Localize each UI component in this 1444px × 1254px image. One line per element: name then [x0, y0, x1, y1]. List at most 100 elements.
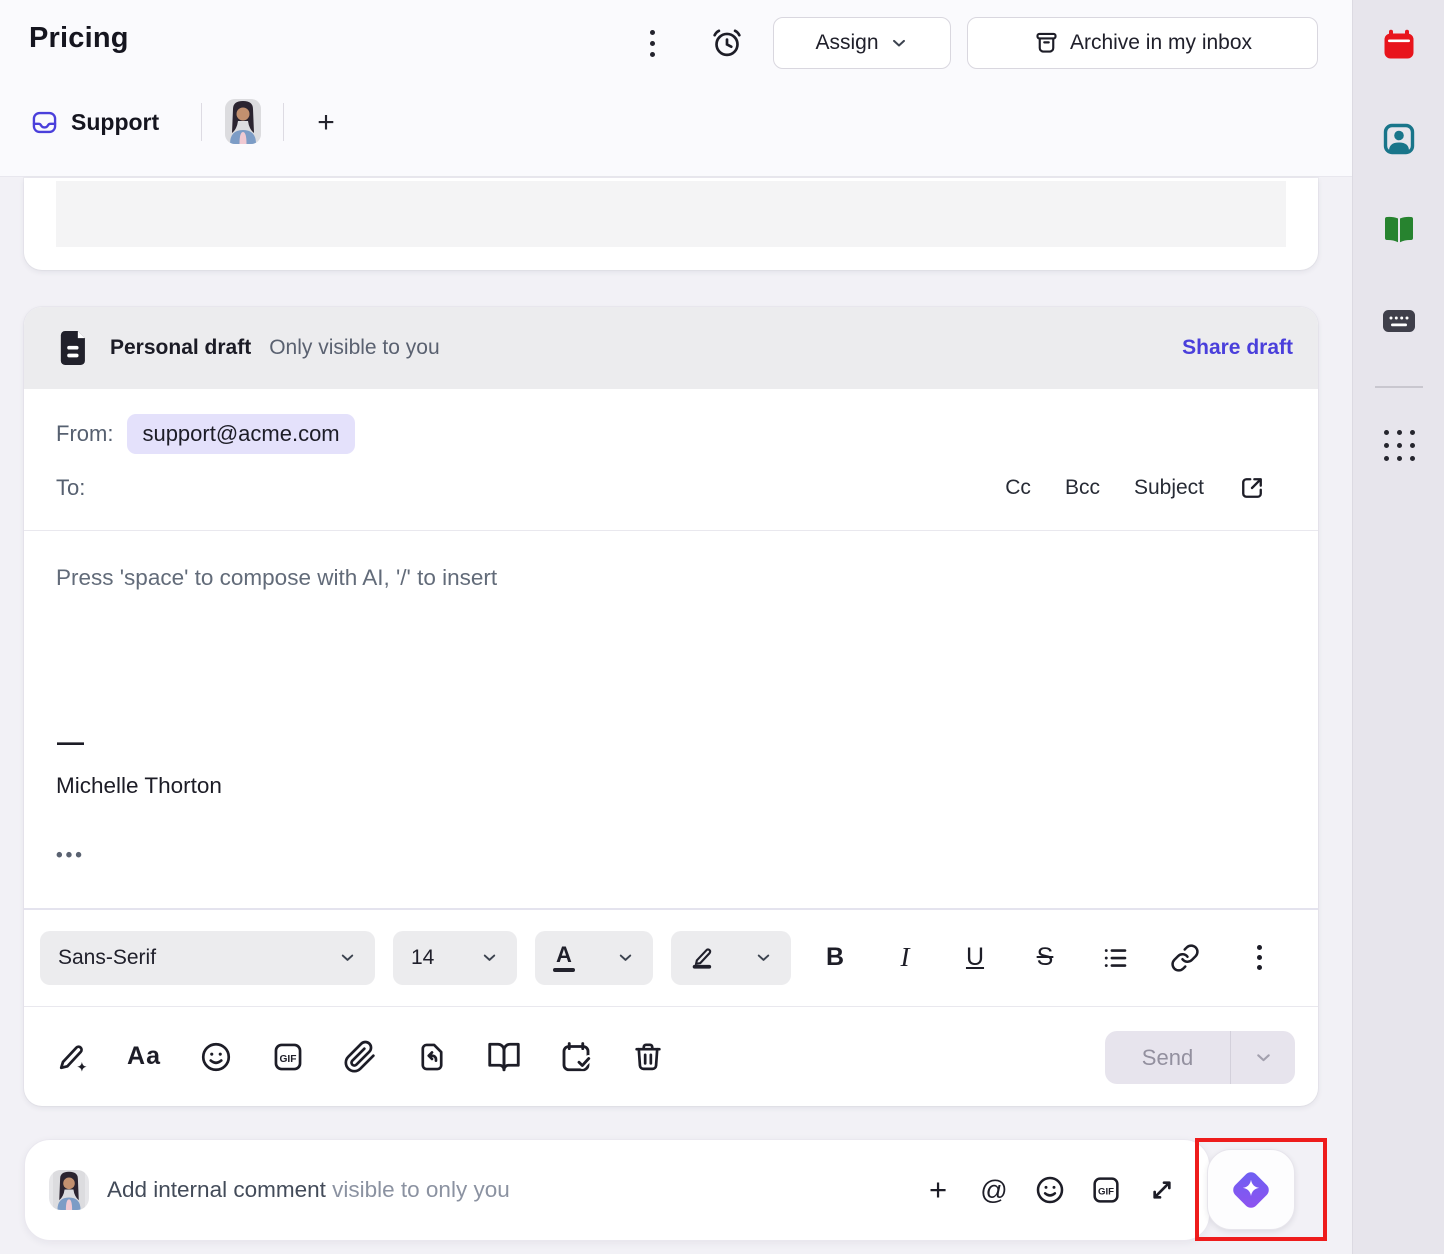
- from-row: From: support@acme.com: [56, 411, 355, 457]
- sidebar-keyboard-icon[interactable]: [1353, 306, 1444, 336]
- chevron-down-icon: [616, 948, 635, 967]
- archive-label: Archive in my inbox: [1070, 31, 1252, 55]
- text-color-select[interactable]: A: [535, 931, 653, 985]
- divider: [283, 103, 284, 141]
- comment-placeholder: Add internal comment visible to only you: [107, 1177, 510, 1203]
- divider: [201, 103, 202, 141]
- trimmed-content-toggle[interactable]: •••: [56, 845, 85, 867]
- svg-text:GIF: GIF: [280, 1053, 297, 1064]
- divider: [24, 530, 1318, 531]
- avatar: [49, 1170, 89, 1210]
- more-formatting-icon[interactable]: [1237, 936, 1281, 980]
- page-title: Pricing: [29, 22, 129, 55]
- avatar[interactable]: [225, 99, 261, 144]
- draft-document-icon: [60, 331, 90, 365]
- formatting-toolbar: Sans-Serif 14 A: [24, 908, 1318, 1005]
- to-label: To:: [56, 475, 85, 501]
- chevron-down-icon: [338, 948, 357, 967]
- divider: [1375, 386, 1423, 388]
- send-split-button: Send: [1105, 1031, 1295, 1084]
- emoji-icon[interactable]: [1029, 1169, 1071, 1211]
- chevron-down-icon: [754, 948, 773, 967]
- popout-icon[interactable]: [1238, 474, 1266, 502]
- sidebar-apps-grid-icon[interactable]: [1384, 430, 1415, 461]
- to-row[interactable]: To:: [56, 465, 85, 511]
- app-root: { "header": { "title": "Pricing", "inbox…: [0, 0, 1444, 1254]
- bcc-button[interactable]: Bcc: [1065, 476, 1100, 500]
- internal-comment-bar[interactable]: Add internal comment visible to only you…: [24, 1139, 1210, 1241]
- knowledge-book-icon[interactable]: [482, 1035, 526, 1079]
- canned-response-icon[interactable]: [410, 1035, 454, 1079]
- assign-label: Assign: [815, 31, 878, 55]
- app-sidebar: [1352, 0, 1444, 1254]
- highlight-icon: [689, 944, 716, 971]
- participants-row: Support +: [0, 96, 1352, 148]
- gif-icon[interactable]: GIF: [1085, 1169, 1127, 1211]
- link-icon: [1170, 943, 1200, 973]
- svg-text:GIF: GIF: [1098, 1187, 1114, 1198]
- draft-composer-card: Personal draft Only visible to you Share…: [24, 307, 1318, 1106]
- ai-assistant-button[interactable]: [1207, 1149, 1295, 1230]
- mention-icon[interactable]: @: [973, 1169, 1015, 1211]
- send-options-button[interactable]: [1231, 1031, 1295, 1084]
- compose-ai-pencil-icon[interactable]: [50, 1035, 94, 1079]
- text-style-toggle[interactable]: Aa: [122, 1035, 166, 1079]
- trash-icon[interactable]: [626, 1035, 670, 1079]
- schedule-calendar-icon[interactable]: [554, 1035, 598, 1079]
- expand-icon[interactable]: [1141, 1169, 1183, 1211]
- underline-button[interactable]: U: [953, 936, 997, 980]
- highlight-color-select[interactable]: [671, 931, 791, 985]
- assign-button[interactable]: Assign: [773, 17, 951, 69]
- cc-button[interactable]: Cc: [1005, 476, 1031, 500]
- draft-header: Personal draft Only visible to you Share…: [24, 307, 1318, 389]
- sidebar-book-icon[interactable]: [1353, 212, 1444, 248]
- compose-body-placeholder[interactable]: Press 'space' to compose with AI, '/' to…: [56, 565, 497, 591]
- conversation-body: Personal draft Only visible to you Share…: [0, 178, 1352, 1254]
- font-family-value: Sans-Serif: [58, 946, 156, 970]
- chevron-down-icon: [1253, 1047, 1274, 1068]
- annotation-highlight-box: [1195, 1138, 1327, 1241]
- bold-button[interactable]: B: [813, 936, 857, 980]
- conversation-header: Pricing Assign Archive in my inbox: [0, 0, 1352, 177]
- archive-button[interactable]: Archive in my inbox: [967, 17, 1318, 69]
- signature-divider: —: [57, 727, 84, 758]
- font-size-select[interactable]: 14: [393, 931, 517, 985]
- plus-icon[interactable]: +: [917, 1169, 959, 1211]
- inbox-icon: [31, 109, 58, 136]
- main-pane: Pricing Assign Archive in my inbox: [0, 0, 1352, 1254]
- link-button[interactable]: [1163, 936, 1207, 980]
- snooze-alarm-icon[interactable]: [705, 21, 749, 65]
- chevron-down-icon: [480, 948, 499, 967]
- kebab-menu-icon[interactable]: [638, 21, 666, 65]
- inbox-chip[interactable]: Support: [31, 96, 159, 148]
- emoji-icon[interactable]: [194, 1035, 238, 1079]
- comment-toolbar: + @ GIF: [917, 1140, 1183, 1240]
- message-preview-block: [56, 181, 1286, 247]
- font-family-select[interactable]: Sans-Serif: [40, 931, 375, 985]
- signature-name: Michelle Thorton: [56, 773, 222, 799]
- archive-icon: [1033, 30, 1060, 57]
- attachment-icon[interactable]: [338, 1035, 382, 1079]
- recipient-field-actions: Cc Bcc Subject: [1005, 465, 1266, 511]
- sidebar-contact-icon[interactable]: [1353, 121, 1444, 157]
- from-address-chip[interactable]: support@acme.com: [127, 414, 354, 454]
- from-label: From:: [56, 421, 113, 447]
- strikethrough-button[interactable]: S: [1023, 936, 1067, 980]
- bullet-list-button[interactable]: [1093, 936, 1137, 980]
- draft-subtitle: Only visible to you: [269, 336, 439, 360]
- add-participant-button[interactable]: +: [306, 103, 346, 143]
- composer-action-toolbar: Aa GIF: [24, 1006, 1318, 1106]
- chevron-down-icon: [889, 33, 909, 53]
- sidebar-calendar-icon[interactable]: [1353, 27, 1444, 63]
- bullet-list-icon: [1100, 943, 1130, 973]
- inbox-label: Support: [71, 109, 159, 136]
- previous-message-card: [24, 178, 1318, 270]
- subject-button[interactable]: Subject: [1134, 476, 1204, 500]
- italic-button[interactable]: I: [883, 936, 927, 980]
- gif-icon[interactable]: GIF: [266, 1035, 310, 1079]
- ai-sparkle-diamond-icon: [1225, 1164, 1277, 1216]
- send-button[interactable]: Send: [1105, 1031, 1230, 1084]
- share-draft-link[interactable]: Share draft: [1182, 307, 1293, 389]
- font-size-value: 14: [411, 946, 434, 970]
- draft-title: Personal draft: [110, 336, 251, 360]
